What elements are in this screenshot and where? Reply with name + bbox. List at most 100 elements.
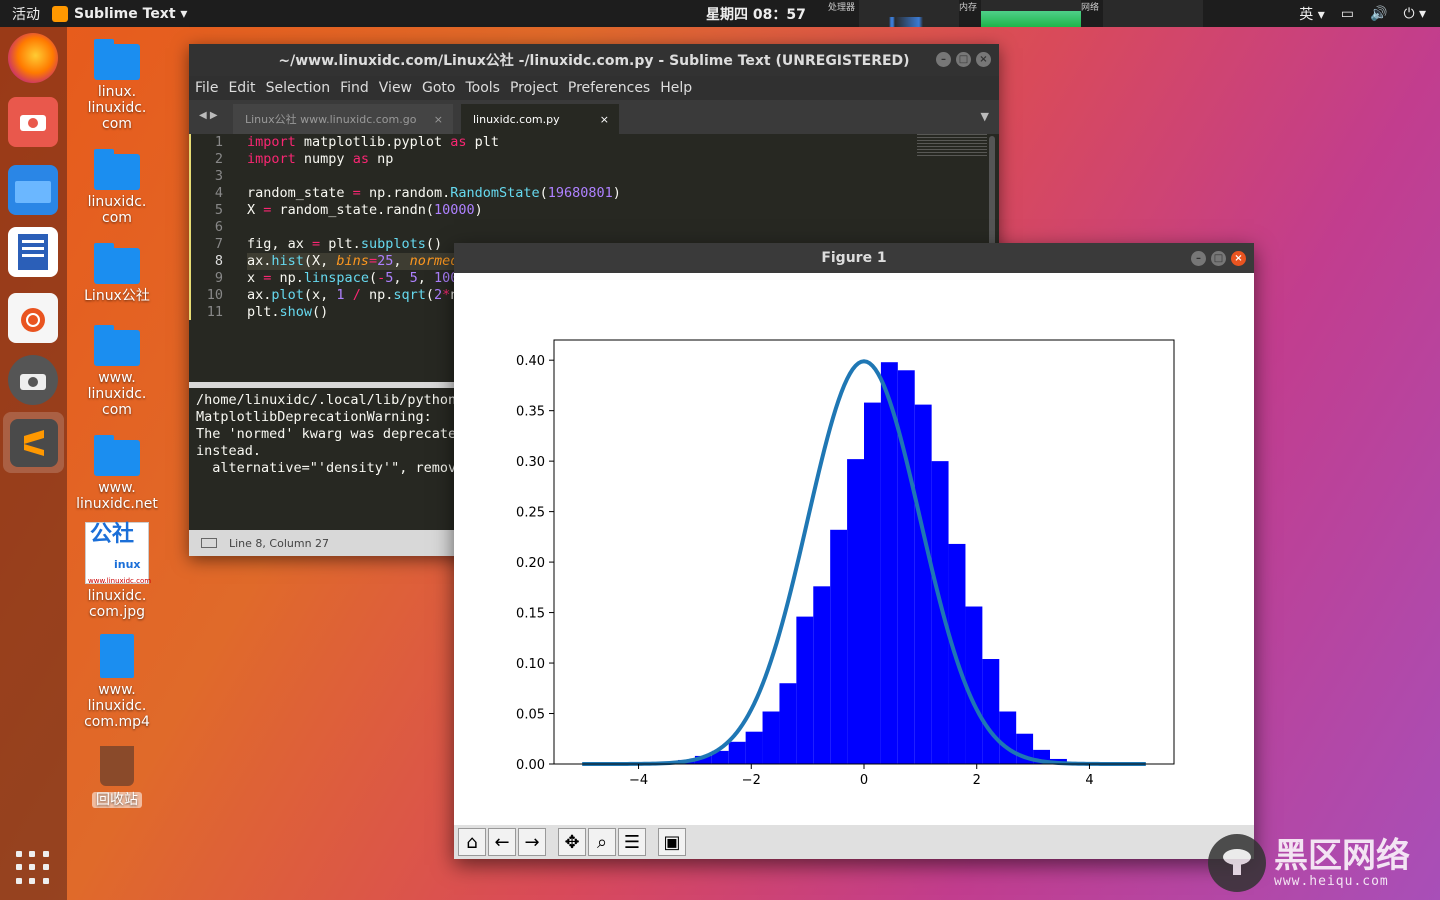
- panel-toggle-icon[interactable]: [201, 538, 217, 548]
- histogram-bar: [948, 543, 966, 764]
- firefox-icon[interactable]: [8, 33, 58, 83]
- net-monitor-label: 网络: [1081, 3, 1100, 13]
- histogram-bar: [914, 404, 932, 764]
- desktop-icon-label: www. linuxidc. com.mp4: [84, 682, 150, 730]
- activities-button[interactable]: 活动: [0, 4, 52, 24]
- desktop-folder[interactable]: linux. linuxidc. com: [72, 39, 162, 132]
- desktop-icon-label: 回收站: [92, 792, 142, 808]
- save-icon[interactable]: ▣: [658, 828, 686, 856]
- histogram-bar: [982, 659, 1000, 764]
- desktop-icon-label: linuxidc. com.jpg: [87, 588, 147, 620]
- tab-scroll-arrows-icon[interactable]: ◀ ▶: [199, 110, 218, 121]
- y-tick-label: 0.10: [516, 657, 545, 672]
- image-thumbnail-icon: 公社 inux www.linuxidc.com: [85, 522, 151, 585]
- video-file-icon: [100, 634, 134, 678]
- dock: [0, 27, 67, 900]
- minimize-icon[interactable]: –: [936, 52, 951, 67]
- forward-icon[interactable]: →: [518, 828, 546, 856]
- clock[interactable]: 星期四 08：57: [706, 4, 806, 24]
- menu-help[interactable]: Help: [660, 80, 692, 96]
- desktop-icon-label: linux. linuxidc. com: [87, 84, 147, 132]
- desktop-icon-label: linuxidc. com: [87, 194, 147, 226]
- y-tick-label: 0.00: [516, 758, 545, 773]
- watermark-url: www.heiqu.com: [1274, 873, 1389, 889]
- matplotlib-figure-window: Figure 1 – □ × −4 −2 0 2 4 0.00 0.05 0.10 0.15 0.…: [454, 243, 1254, 859]
- menu-preferences[interactable]: Preferences: [568, 80, 650, 96]
- tab-close-icon[interactable]: ×: [434, 113, 443, 126]
- screen-icon[interactable]: ▭: [1341, 6, 1354, 22]
- writer-icon[interactable]: [8, 227, 58, 277]
- desktop-icon-label: www. linuxidc. com: [87, 370, 147, 418]
- line-numbers: 1 2 3 4 5 6 7 8 9 10 11: [189, 134, 231, 320]
- desktop-trash[interactable]: 回收站: [72, 746, 162, 808]
- desktop-video-file[interactable]: www. linuxidc. com.mp4: [72, 634, 162, 730]
- histogram-bar: [745, 731, 763, 764]
- configure-icon[interactable]: ☰: [618, 828, 646, 856]
- watermark-title: 黑区网络: [1274, 835, 1410, 876]
- watermark: 黑区网络 www.heiqu.com: [1208, 834, 1410, 892]
- minimap[interactable]: [917, 134, 987, 158]
- screenshot-icon[interactable]: [8, 97, 58, 147]
- close-icon[interactable]: ×: [976, 52, 991, 67]
- menu-tools[interactable]: Tools: [465, 80, 500, 96]
- menu-edit[interactable]: Edit: [228, 80, 255, 96]
- histogram-bar: [830, 529, 848, 764]
- tab-list-dropdown-icon[interactable]: ▼: [981, 110, 989, 123]
- menu-selection[interactable]: Selection: [266, 80, 331, 96]
- menu-view[interactable]: View: [379, 80, 412, 96]
- volume-icon[interactable]: 🔊: [1370, 6, 1387, 22]
- home-icon[interactable]: ⌂: [458, 828, 486, 856]
- cpu-graph: [859, 0, 960, 27]
- tab-linuxidc-go[interactable]: Linux公社 www.linuxidc.com.go ×: [233, 104, 453, 134]
- sublime-text-icon[interactable]: [3, 412, 64, 473]
- menu-find[interactable]: Find: [340, 80, 369, 96]
- software-center-icon[interactable]: [8, 293, 58, 343]
- camera-icon[interactable]: [8, 355, 58, 405]
- window-titlebar[interactable]: Figure 1 – □ ×: [454, 243, 1254, 273]
- maximize-icon[interactable]: □: [1211, 251, 1226, 266]
- maximize-icon[interactable]: □: [956, 52, 971, 67]
- power-icon[interactable]: ⏻ ▾: [1403, 6, 1426, 22]
- menu-file[interactable]: File: [195, 80, 218, 96]
- histogram-bar: [728, 741, 746, 764]
- desktop-icon-label: www. linuxidc.net: [76, 480, 158, 512]
- back-icon[interactable]: ←: [488, 828, 516, 856]
- tab-close-icon[interactable]: ×: [600, 113, 609, 126]
- top-bar: 活动 Sublime Text ▾ 星期四 08：57 处理器 内存 网络 英 …: [0, 0, 1440, 27]
- menu-project[interactable]: Project: [510, 80, 558, 96]
- folder-icon: [94, 39, 140, 80]
- desktop-folder[interactable]: Linux公社: [72, 243, 162, 304]
- desktop-folder[interactable]: www. linuxidc. com: [72, 325, 162, 418]
- files-icon[interactable]: [8, 165, 58, 215]
- close-icon[interactable]: ×: [1231, 251, 1246, 266]
- minimize-icon[interactable]: –: [1191, 251, 1206, 266]
- y-tick-label: 0.25: [516, 506, 545, 521]
- trash-icon: [100, 746, 134, 786]
- desktop-folder[interactable]: www. linuxidc.net: [72, 435, 162, 512]
- matplotlib-toolbar: ⌂ ← → ✥ ⌕ ☰ ▣: [454, 825, 1254, 859]
- input-method[interactable]: 英 ▾: [1299, 4, 1324, 24]
- folder-icon: [94, 243, 140, 284]
- cursor-position: Line 8, Column 27: [229, 536, 330, 550]
- watermark-logo-icon: [1208, 834, 1266, 892]
- tab-linuxidc-py[interactable]: linuxidc.com.py ×: [461, 104, 619, 134]
- show-apps-icon[interactable]: [16, 851, 50, 885]
- histogram-plot[interactable]: −4 −2 0 2 4 0.00 0.05 0.10 0.15 0.20 0.25 0.30 0.35 0…: [454, 273, 1254, 825]
- mem-monitor-label: 内存: [959, 3, 978, 13]
- tab-bar: ◀ ▶ Linux公社 www.linuxidc.com.go × linuxi…: [189, 100, 999, 134]
- x-tick-label: 4: [1085, 773, 1093, 788]
- y-tick-label: 0.15: [516, 607, 545, 622]
- desktop-folder[interactable]: linuxidc. com: [72, 149, 162, 226]
- pan-icon[interactable]: ✥: [558, 828, 586, 856]
- histogram-bar: [762, 711, 780, 764]
- zoom-icon[interactable]: ⌕: [588, 828, 616, 856]
- desktop-image-file[interactable]: 公社 inux www.linuxidc.com linuxidc. com.j…: [72, 522, 162, 620]
- window-titlebar[interactable]: ~/www.linuxidc.com/Linux公社 -/linuxidc.co…: [189, 44, 999, 76]
- system-monitor[interactable]: 处理器 内存 网络: [828, 0, 1204, 27]
- tab-label: linuxidc.com.py: [473, 112, 560, 126]
- y-tick-label: 0.20: [516, 556, 545, 571]
- app-menu[interactable]: Sublime Text ▾: [52, 5, 187, 22]
- menu-goto[interactable]: Goto: [422, 80, 455, 96]
- folder-icon: [94, 435, 140, 476]
- editor-scrollbar[interactable]: [989, 136, 995, 246]
